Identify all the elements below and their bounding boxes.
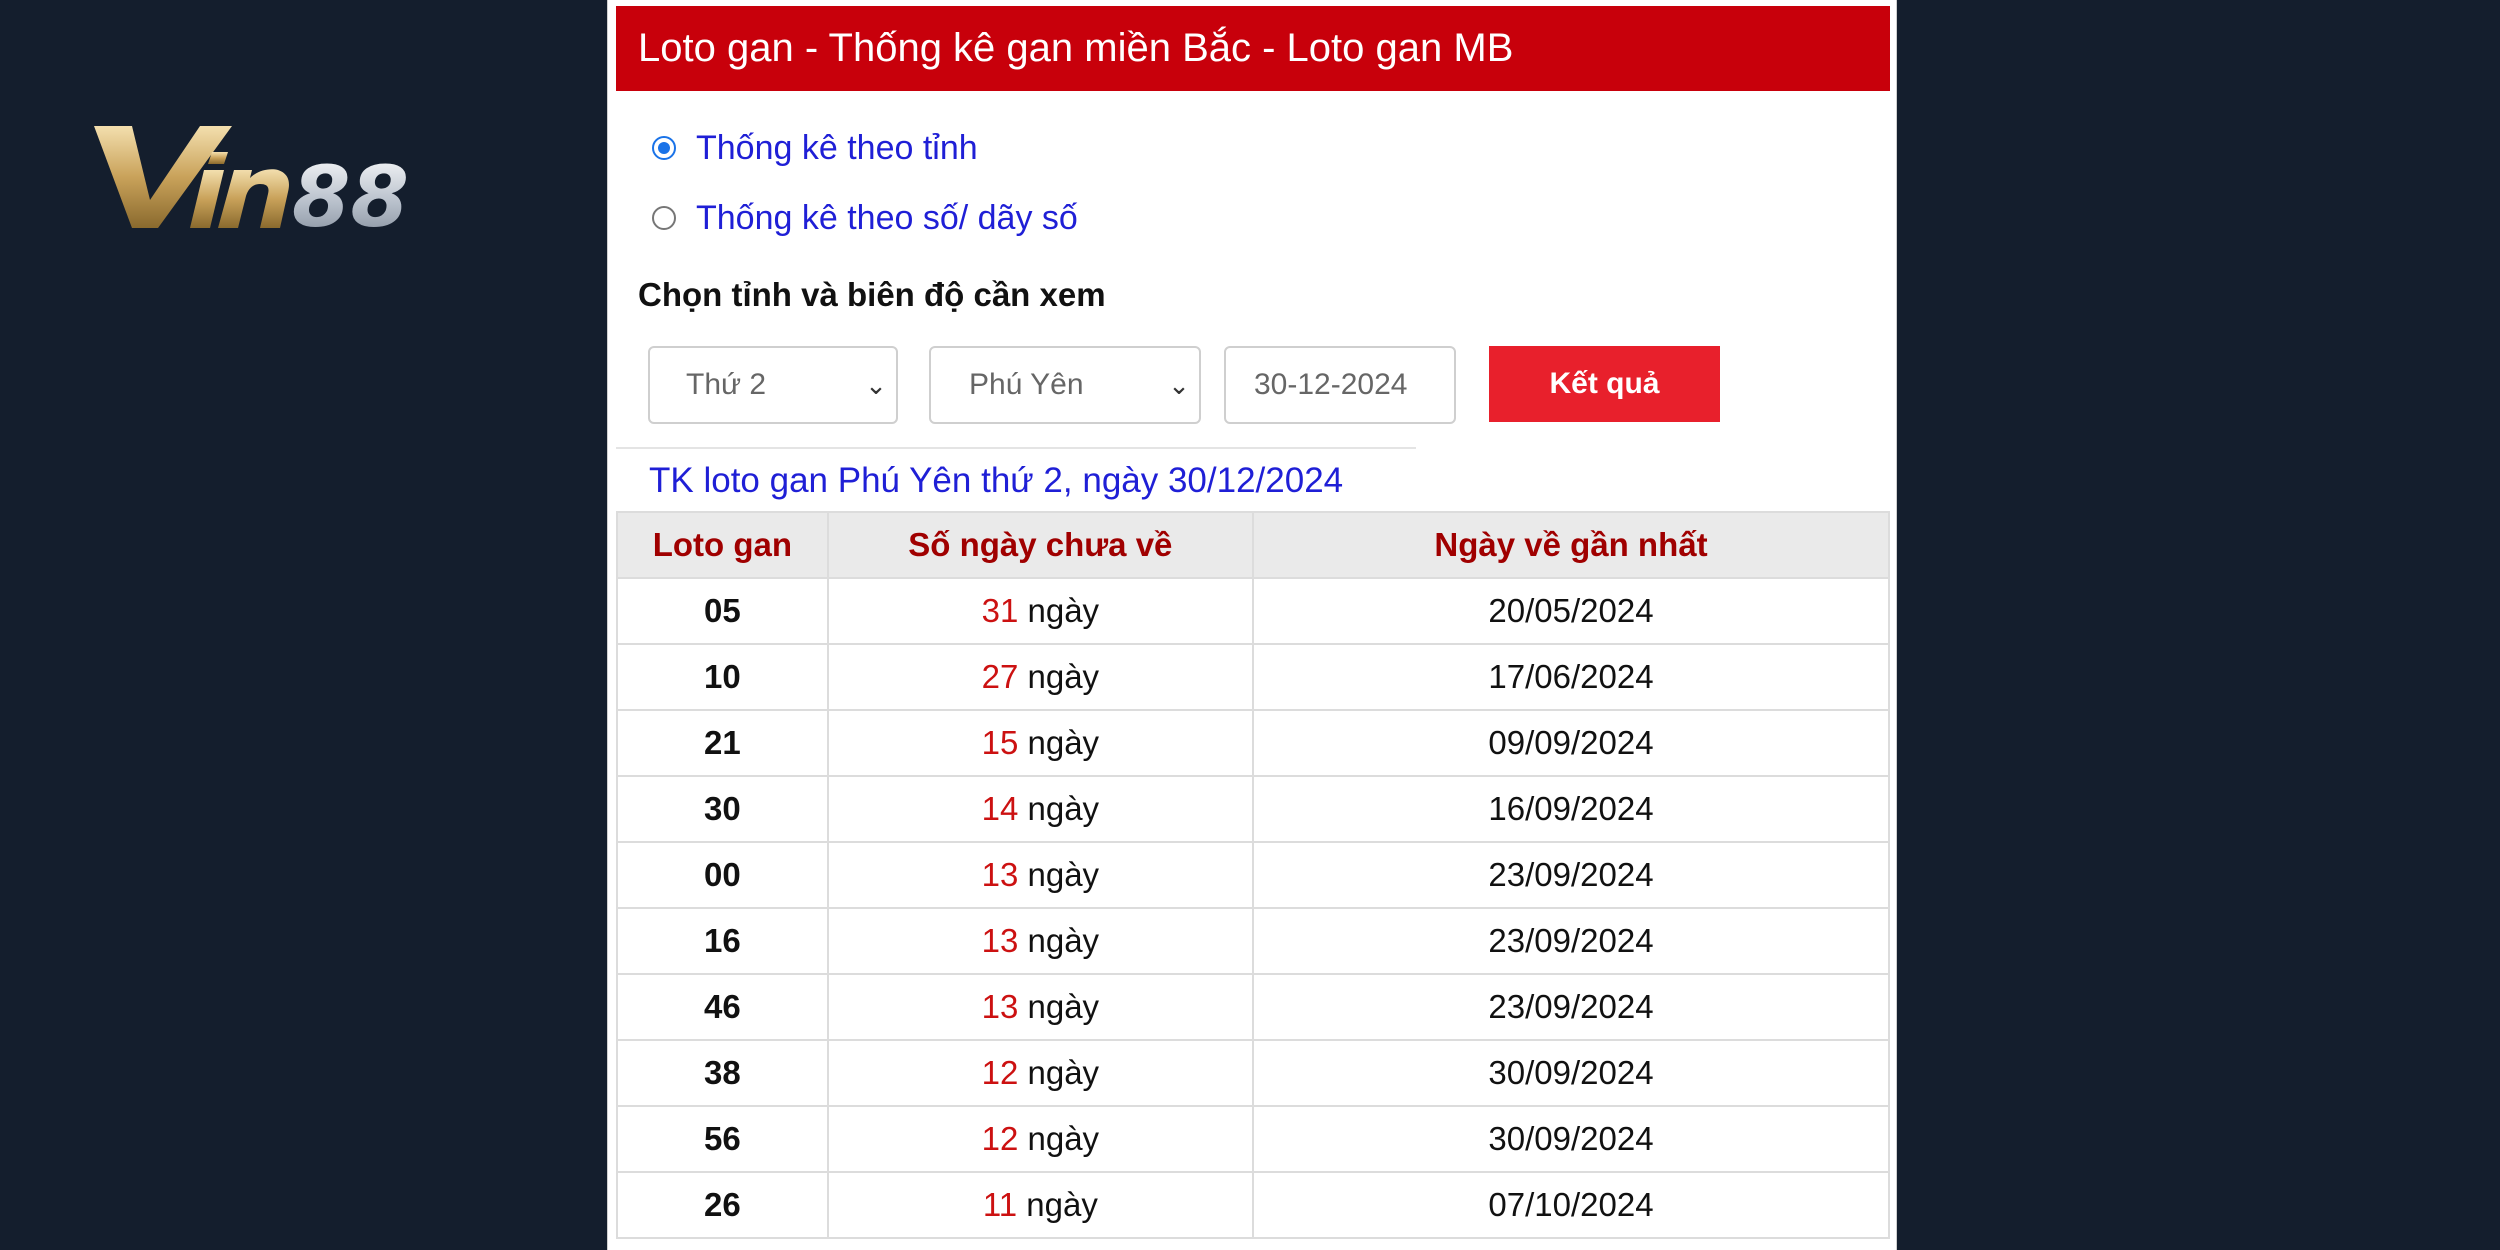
- table-row: 10 27 ngày 17/06/2024: [616, 643, 1891, 711]
- divider: [616, 447, 1416, 449]
- days-missing-cell: 27 ngày: [826, 643, 1254, 711]
- days-unit: ngày: [1027, 1120, 1100, 1157]
- days-unit: ngày: [1026, 1186, 1098, 1223]
- table-row: 56 12 ngày 30/09/2024: [616, 1105, 1891, 1173]
- last-date-cell: 09/09/2024: [1251, 709, 1891, 777]
- result-subtitle: TK loto gan Phú Yên thứ 2, ngày 30/12/20…: [649, 461, 1344, 500]
- days-missing-cell: 13 ngày: [826, 841, 1254, 909]
- days-count: 14: [981, 790, 1019, 827]
- vin88-logo-text: 88: [292, 148, 409, 232]
- loto-gan-table: Loto gan Số ngày chưa về Ngày về gần nhấ…: [616, 511, 1891, 1239]
- days-unit: ngày: [1027, 1054, 1100, 1091]
- days-count: 27: [981, 658, 1019, 695]
- loto-number: 38: [616, 1039, 829, 1107]
- result-button[interactable]: Kết quả: [1489, 346, 1720, 422]
- last-date-cell: 20/05/2024: [1251, 577, 1891, 645]
- radio-province-label: Thống kê theo tỉnh: [696, 128, 978, 167]
- table-row: 16 13 ngày 23/09/2024: [616, 907, 1891, 975]
- loto-number: 26: [616, 1171, 829, 1239]
- loto-number: 10: [616, 643, 829, 711]
- days-missing-cell: 14 ngày: [826, 775, 1254, 843]
- radio-button-unchecked[interactable]: [652, 206, 676, 230]
- province-select-value: Phú Yên: [969, 368, 1084, 401]
- loto-number: 16: [616, 907, 829, 975]
- days-unit: ngày: [1027, 856, 1100, 893]
- days-count: 12: [981, 1054, 1019, 1091]
- province-select[interactable]: Phú Yên ⌄: [929, 346, 1201, 424]
- loto-number: 21: [616, 709, 829, 777]
- table-row: 00 13 ngày 23/09/2024: [616, 841, 1891, 909]
- chevron-down-icon: ⌄: [865, 369, 887, 400]
- days-unit: ngày: [1027, 988, 1100, 1025]
- chevron-down-icon: ⌄: [1168, 369, 1190, 400]
- table-row: 38 12 ngày 30/09/2024: [616, 1039, 1891, 1107]
- days-count: 31: [981, 592, 1019, 629]
- last-date-cell: 23/09/2024: [1251, 973, 1891, 1041]
- vin88-logo[interactable]: 88: [92, 122, 452, 246]
- page-title: Loto gan - Thống kê gan miền Bắc - Loto …: [616, 6, 1890, 91]
- radio-number-label: Thống kê theo số/ dãy số: [696, 198, 1078, 237]
- days-unit: ngày: [1027, 724, 1100, 761]
- header-last-date: Ngày về gần nhất: [1251, 511, 1891, 579]
- header-days-missing: Số ngày chưa về: [826, 511, 1254, 579]
- loto-number: 00: [616, 841, 829, 909]
- loto-number: 56: [616, 1105, 829, 1173]
- days-count: 13: [981, 856, 1019, 893]
- days-missing-cell: 12 ngày: [826, 1039, 1254, 1107]
- last-date-cell: 30/09/2024: [1251, 1105, 1891, 1173]
- table-body: 05 31 ngày 20/05/2024 10 27 ngày 17/06/2024 21…: [616, 577, 1891, 1239]
- days-missing-cell: 31 ngày: [826, 577, 1254, 645]
- table-row: 21 15 ngày 09/09/2024: [616, 709, 1891, 777]
- radio-province[interactable]: Thống kê theo tỉnh: [652, 128, 978, 168]
- days-missing-cell: 11 ngày: [826, 1171, 1254, 1239]
- radio-number[interactable]: Thống kê theo số/ dãy số: [652, 198, 1078, 238]
- last-date-cell: 30/09/2024: [1251, 1039, 1891, 1107]
- day-select[interactable]: Thứ 2 ⌄: [648, 346, 898, 424]
- table-row: 26 11 ngày 07/10/2024: [616, 1171, 1891, 1239]
- last-date-cell: 16/09/2024: [1251, 775, 1891, 843]
- days-count: 13: [981, 922, 1019, 959]
- table-row: 05 31 ngày 20/05/2024: [616, 577, 1891, 645]
- days-count: 11: [982, 1186, 1018, 1223]
- days-unit: ngày: [1027, 658, 1100, 695]
- loto-number: 46: [616, 973, 829, 1041]
- days-missing-cell: 15 ngày: [826, 709, 1254, 777]
- last-date-cell: 17/06/2024: [1251, 643, 1891, 711]
- loto-number: 30: [616, 775, 829, 843]
- days-unit: ngày: [1027, 790, 1100, 827]
- loto-number: 05: [616, 577, 829, 645]
- vin88-logo-graphic: 88: [94, 126, 409, 246]
- table-row: 46 13 ngày 23/09/2024: [616, 973, 1891, 1041]
- radio-button-checked[interactable]: [652, 136, 676, 160]
- days-unit: ngày: [1027, 922, 1100, 959]
- section-label: Chọn tỉnh và biên độ cần xem: [638, 276, 1106, 313]
- day-select-value: Thứ 2: [686, 368, 767, 401]
- table-header-row: Loto gan Số ngày chưa về Ngày về gần nhấ…: [616, 511, 1891, 579]
- loto-gan-panel: Loto gan - Thống kê gan miền Bắc - Loto …: [607, 0, 1897, 1250]
- last-date-cell: 23/09/2024: [1251, 907, 1891, 975]
- days-count: 13: [981, 988, 1019, 1025]
- days-count: 12: [981, 1120, 1019, 1157]
- last-date-cell: 23/09/2024: [1251, 841, 1891, 909]
- header-loto-gan: Loto gan: [616, 511, 829, 579]
- days-missing-cell: 13 ngày: [826, 973, 1254, 1041]
- table-row: 30 14 ngày 16/09/2024: [616, 775, 1891, 843]
- days-missing-cell: 13 ngày: [826, 907, 1254, 975]
- days-unit: ngày: [1027, 592, 1100, 629]
- days-missing-cell: 12 ngày: [826, 1105, 1254, 1173]
- date-input[interactable]: 30-12-2024: [1224, 346, 1456, 424]
- last-date-cell: 07/10/2024: [1251, 1171, 1891, 1239]
- days-count: 15: [981, 724, 1019, 761]
